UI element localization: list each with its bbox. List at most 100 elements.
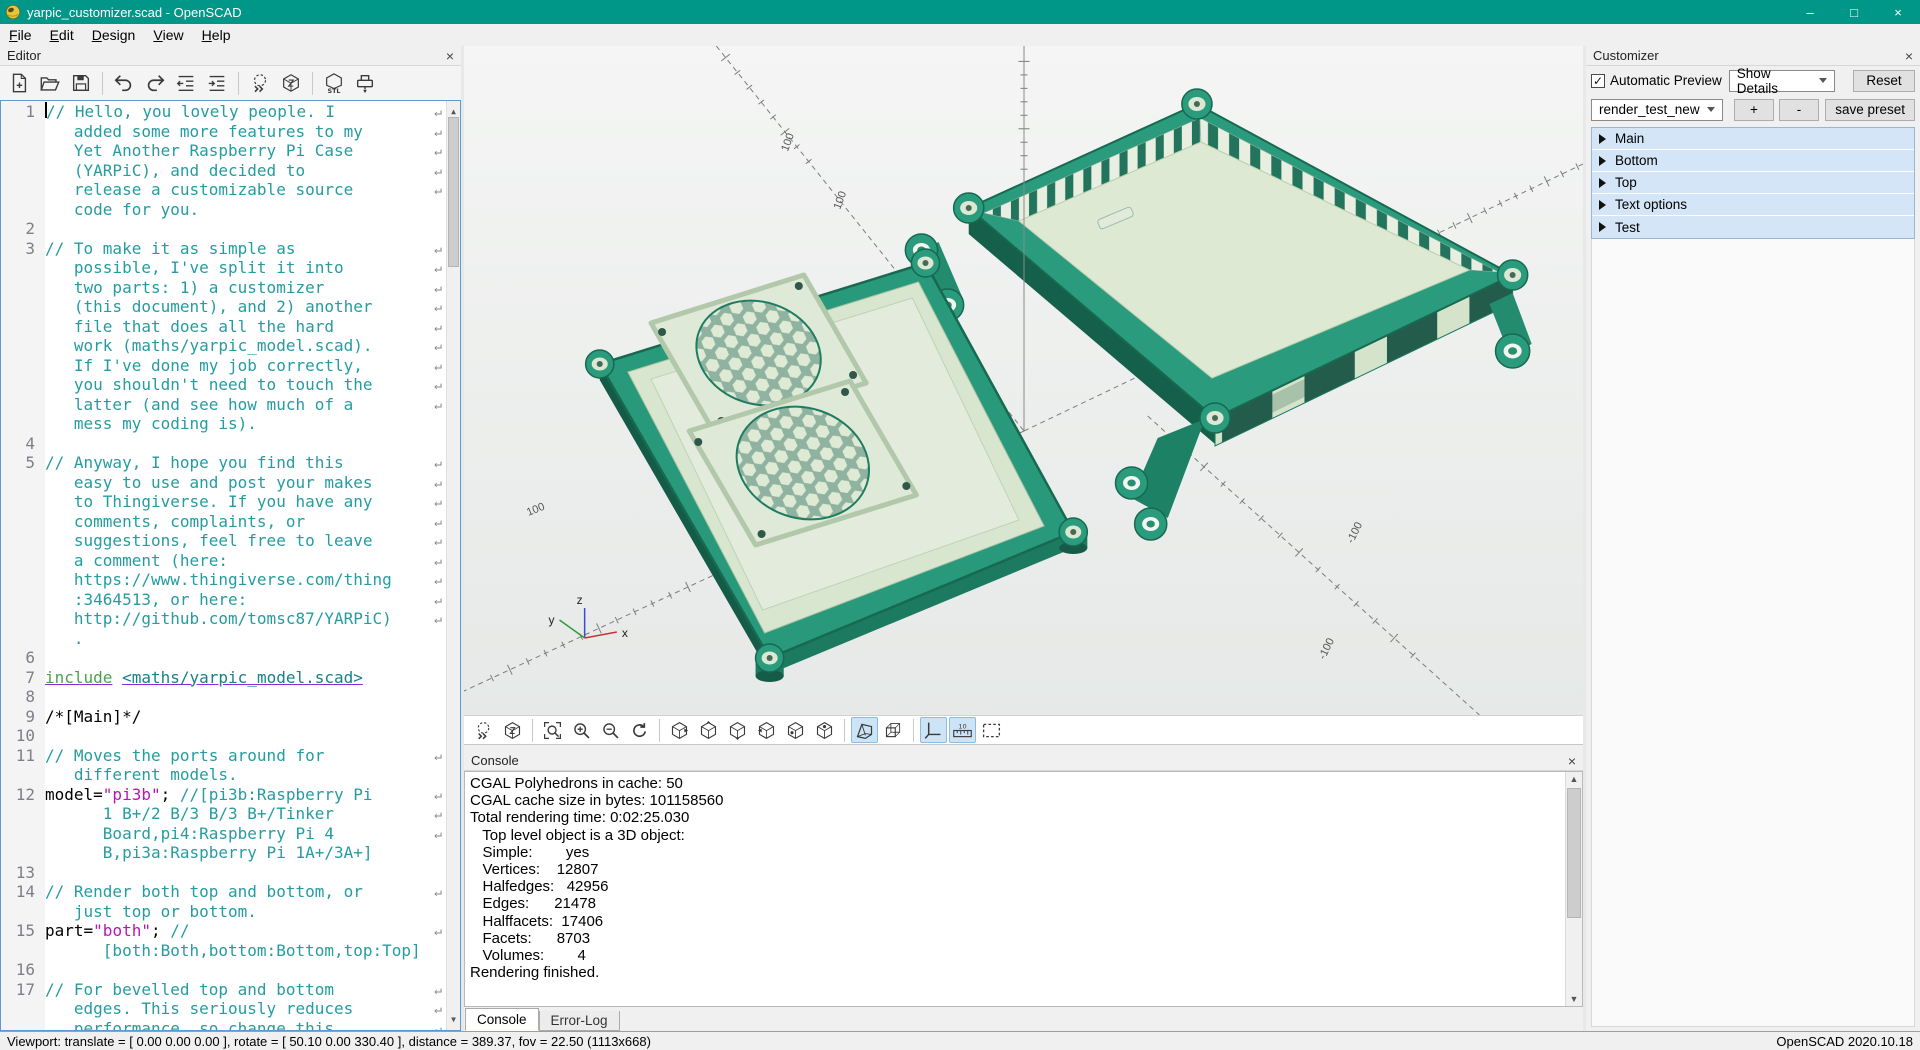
zoom-all-button[interactable] [539, 717, 566, 743]
code-row[interactable]: 1 B+/2 B/3 B/3 B+/Tinker↵ [1, 804, 446, 824]
view-bottom-button[interactable] [724, 717, 751, 743]
code-row[interactable]: 13 [1, 863, 446, 883]
menu-design[interactable]: Design [83, 24, 145, 46]
add-preset-button[interactable]: + [1734, 99, 1774, 121]
code-row[interactable]: to Thingiverse. If you have any↵ [1, 492, 446, 512]
tab-error-log[interactable]: Error-Log [539, 1011, 620, 1031]
reset-button[interactable]: Reset [1853, 70, 1915, 92]
code-row[interactable]: 14// Render both top and bottom, or↵ [1, 882, 446, 902]
titlebar[interactable]: yarpic_customizer.scad - OpenSCAD – □ × [0, 0, 1920, 24]
code-row[interactable]: 6 [1, 648, 446, 668]
console-scroll-thumb[interactable] [1567, 788, 1581, 918]
code-row[interactable]: you shouldn't need to touch the↵ [1, 375, 446, 395]
code-row[interactable]: 11// Moves the ports around for↵ [1, 746, 446, 766]
unindent-button[interactable] [172, 69, 200, 97]
menu-file[interactable]: File [0, 24, 41, 46]
view-top-button[interactable] [695, 717, 722, 743]
code-row[interactable]: suggestions, feel free to leave↵ [1, 531, 446, 551]
expand-triangle-icon[interactable] [1599, 156, 1606, 166]
code-row[interactable]: two parts: 1) a customizer↵ [1, 278, 446, 298]
indent-button[interactable] [203, 69, 231, 97]
code-row[interactable]: http://github.com/tomsc87/YARPiC)↵ [1, 609, 446, 629]
expand-triangle-icon[interactable] [1599, 178, 1606, 188]
view-front-button[interactable] [782, 717, 809, 743]
console-output[interactable]: CGAL Polyhedrons in cache: 50CGAL cache … [464, 771, 1583, 1007]
menu-view[interactable]: View [144, 24, 192, 46]
console-header[interactable]: Console × [464, 751, 1583, 771]
3d-viewport[interactable]: 100100100-100-100 z x y [464, 46, 1583, 715]
code-row[interactable]: possible, I've split it into↵ [1, 258, 446, 278]
code-row[interactable]: code for you. [1, 200, 446, 220]
view-back-button[interactable] [811, 717, 838, 743]
menu-edit[interactable]: Edit [41, 24, 83, 46]
code-row[interactable]: different models. [1, 765, 446, 785]
code-row[interactable]: 3// To make it as simple as↵ [1, 239, 446, 259]
group-top[interactable]: Top [1592, 172, 1914, 194]
close-button[interactable]: × [1876, 0, 1920, 24]
perspective-button[interactable] [851, 717, 878, 743]
orthographic-button[interactable] [880, 717, 907, 743]
code-row[interactable]: 9/*[Main]*/ [1, 707, 446, 727]
model-bottom-plate[interactable] [586, 234, 1088, 682]
code-row[interactable]: 17// For bevelled top and bottom↵ [1, 980, 446, 1000]
code-row[interactable]: (YARPiC), and decided to↵ [1, 161, 446, 181]
export-stl-button[interactable]: STL [320, 69, 348, 97]
maximize-button[interactable]: □ [1832, 0, 1876, 24]
editor-header[interactable]: Editor × [0, 46, 461, 66]
code-row[interactable]: 5// Anyway, I hope you find this↵ [1, 453, 446, 473]
redo-button[interactable] [141, 69, 169, 97]
code-row[interactable]: 8 [1, 687, 446, 707]
show-scale-markers-button[interactable]: 10 [949, 717, 976, 743]
customizer-close-icon[interactable]: × [1905, 49, 1913, 63]
code-row[interactable]: added some more features to my↵ [1, 122, 446, 142]
code-row[interactable]: mess my coding is). [1, 414, 446, 434]
preview-button[interactable] [470, 717, 497, 743]
editor-close-icon[interactable]: × [446, 49, 454, 63]
zoom-out-button[interactable] [597, 717, 624, 743]
console-close-icon[interactable]: × [1568, 754, 1576, 768]
code-row[interactable]: Yet Another Raspberry Pi Case↵ [1, 141, 446, 161]
code-row[interactable]: comments, complaints, or↵ [1, 512, 446, 532]
view-all-button[interactable] [978, 717, 1005, 743]
code-row[interactable]: 12model="pi3b"; //[pi3b:Raspberry Pi↵ [1, 785, 446, 805]
view-right-button[interactable] [666, 717, 693, 743]
automatic-preview-checkbox[interactable]: ✓ [1591, 74, 1605, 88]
code-row[interactable]: release a customizable source↵ [1, 180, 446, 200]
code-row[interactable]: :3464513, or here:↵ [1, 590, 446, 610]
expand-triangle-icon[interactable] [1599, 200, 1606, 210]
code-row[interactable]: a comment (here:↵ [1, 551, 446, 571]
view-left-button[interactable] [753, 717, 780, 743]
minimize-button[interactable]: – [1788, 0, 1832, 24]
code-row[interactable]: latter (and see how much of a↵ [1, 395, 446, 415]
expand-triangle-icon[interactable] [1599, 134, 1606, 144]
print-3d-button[interactable] [351, 69, 379, 97]
expand-triangle-icon[interactable] [1599, 222, 1606, 232]
group-test[interactable]: Test [1592, 216, 1914, 238]
code-row[interactable]: file that does all the hard↵ [1, 317, 446, 337]
code-row[interactable]: 16 [1, 960, 446, 980]
code-editor[interactable]: 1// Hello, you lovely people. I↵ added s… [0, 100, 461, 1031]
code-row[interactable]: . [1, 629, 446, 649]
render-button[interactable] [277, 69, 305, 97]
code-row[interactable]: performance, so change this↵ [1, 1019, 446, 1032]
code-row[interactable]: Board,pi4:Raspberry Pi 4↵ [1, 824, 446, 844]
preset-dropdown[interactable]: render_test_new [1591, 99, 1723, 121]
code-row[interactable]: 1// Hello, you lovely people. I↵ [1, 102, 446, 122]
remove-preset-button[interactable]: - [1779, 99, 1819, 121]
code-row[interactable]: 7include <maths/yarpic_model.scad> [1, 668, 446, 688]
scroll-down-icon[interactable]: ▼ [1566, 994, 1582, 1004]
console-scrollbar[interactable]: ▲ ▼ [1565, 772, 1582, 1006]
code-row[interactable]: If I've done my job correctly,↵ [1, 356, 446, 376]
menu-help[interactable]: Help [193, 24, 240, 46]
code-row[interactable]: 4 [1, 434, 446, 454]
group-main[interactable]: Main [1592, 128, 1914, 150]
editor-scroll-thumb[interactable] [448, 117, 459, 267]
open-file-button[interactable] [36, 69, 64, 97]
code-row[interactable]: [both:Both,bottom:Bottom,top:Top] [1, 941, 446, 961]
new-file-button[interactable] [5, 69, 33, 97]
reset-view-button[interactable] [626, 717, 653, 743]
group-text-options[interactable]: Text options [1592, 194, 1914, 216]
code-row[interactable]: 15part="both"; //↵ [1, 921, 446, 941]
show-axes-button[interactable] [920, 717, 947, 743]
code-row[interactable]: edges. This seriously reduces↵ [1, 999, 446, 1019]
